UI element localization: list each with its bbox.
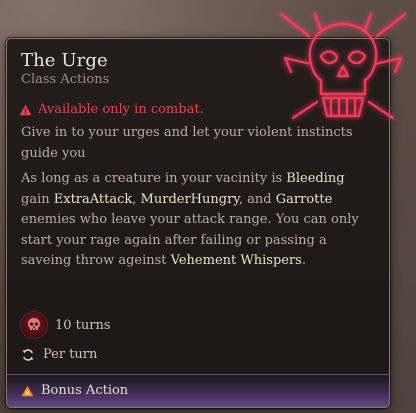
effect-text: gain [21,191,54,207]
ability-category: Class Actions [21,72,110,87]
keyword-extra-attack[interactable]: ExtraAttack [54,192,133,207]
action-cost-bar: Bonus Action [7,374,389,407]
keyword-garrotte[interactable]: Garrotte [276,192,333,207]
recharge-row: Per turn [21,347,97,362]
warning-triangle-icon [19,104,32,115]
warning-text: Available only in combat. [38,102,204,117]
combat-warning: Available only in combat. [19,102,204,117]
refresh-cycle-icon [22,348,34,361]
action-cost: Bonus Action [21,383,128,398]
action-cost-text: Bonus Action [41,383,129,398]
ability-effect: As long as a creature in your vacinity i… [21,169,377,272]
keyword-murder-hungry[interactable]: MurderHungry [141,192,239,207]
keyword-vehement-whispers[interactable]: Vehement Whispers [171,253,302,268]
keyword-bleeding[interactable]: Bleeding [286,171,344,186]
recharge-text: Per turn [43,347,98,362]
duration-text: 10 turns [55,317,111,333]
effect-text: , and [238,191,276,207]
duration-row: 10 turns [21,312,111,338]
effect-text: As long as a creature in your vacinity i… [21,171,287,186]
effect-text: . [301,253,306,268]
ability-title: The Urge [21,50,108,71]
glowing-skull-icon [271,6,415,130]
orange-triangle-icon [21,385,34,396]
red-skull-turn-icon [21,312,47,338]
effect-text: , [132,191,141,207]
